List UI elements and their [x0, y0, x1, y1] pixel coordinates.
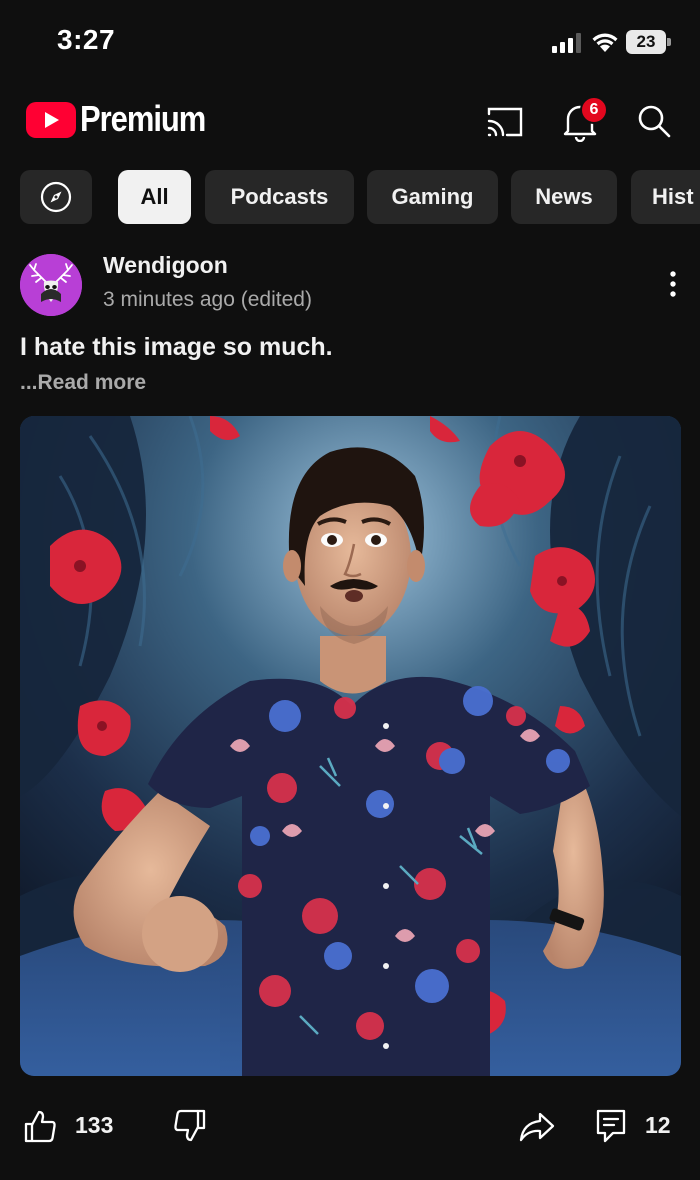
share-icon[interactable] — [518, 1108, 556, 1144]
explore-chip[interactable] — [20, 170, 92, 224]
more-options-icon[interactable] — [660, 266, 686, 306]
notification-badge: 6 — [580, 96, 608, 124]
battery-level: 23 — [636, 32, 656, 51]
comment-count: 12 — [645, 1112, 671, 1138]
dislike-icon[interactable] — [172, 1108, 208, 1144]
cast-icon[interactable] — [485, 102, 525, 142]
chip-all[interactable]: All — [118, 170, 191, 224]
chip-podcasts[interactable]: Podcasts — [205, 170, 354, 224]
like-count: 133 — [75, 1112, 114, 1138]
battery-indicator: 23 — [626, 30, 672, 54]
wifi-icon — [592, 33, 618, 52]
filter-chips: All Podcasts Gaming News Hist — [0, 170, 700, 226]
logo-text[interactable]: Premium — [80, 98, 206, 140]
cellular-signal-icon — [552, 33, 581, 53]
play-triangle — [45, 112, 59, 128]
comment-icon[interactable] — [595, 1108, 627, 1144]
status-time: 3:27 — [57, 24, 116, 55]
post-timestamp: 3 minutes ago (edited) — [103, 288, 312, 311]
channel-name[interactable]: Wendigoon — [103, 252, 228, 279]
battery-tip — [667, 38, 671, 46]
status-bar: 3:27 23 — [0, 0, 700, 84]
app-screen: 3:27 23 Premium 6 All Podcasts Gaming Ne… — [0, 0, 700, 1180]
chip-gaming[interactable]: Gaming — [367, 170, 498, 224]
like-icon[interactable] — [22, 1108, 58, 1144]
youtube-logo-icon[interactable] — [26, 102, 76, 138]
chip-news[interactable]: News — [511, 170, 617, 224]
read-more-link[interactable]: ...Read more — [20, 371, 146, 395]
channel-avatar[interactable] — [20, 254, 82, 316]
search-icon[interactable] — [634, 101, 674, 141]
app-header: Premium 6 — [0, 84, 700, 164]
compass-icon — [40, 181, 72, 213]
post-image[interactable] — [20, 416, 681, 1076]
chip-history[interactable]: Hist — [631, 170, 700, 224]
post-text: I hate this image so much. — [20, 333, 333, 361]
deer-skull-avatar-icon — [20, 254, 82, 316]
post-photo — [20, 416, 681, 1076]
